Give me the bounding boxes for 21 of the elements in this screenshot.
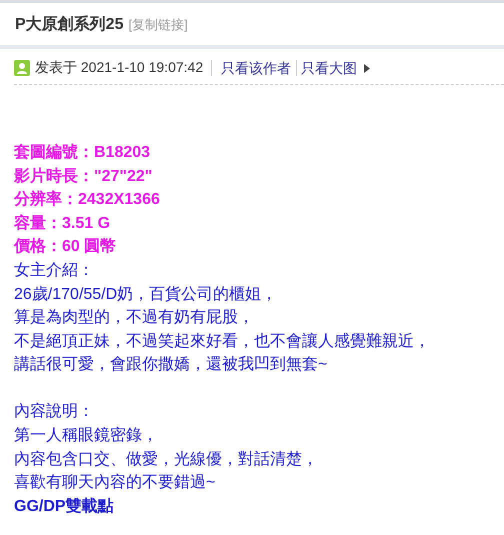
filter-link[interactable]: 只看该作者	[211, 60, 296, 76]
post-title: P大原創系列25	[15, 14, 124, 35]
post-text-line: 第一人稱眼鏡密錄，	[14, 426, 159, 446]
user-icon	[14, 60, 30, 76]
post-text-line: 內容說明：	[14, 402, 95, 422]
post-text-line: 26歲/170/55/D奶，百貨公司的櫃姐，	[14, 284, 278, 305]
post-text-line: 算是為肉型的，不過有奶有屁股，	[14, 308, 255, 328]
post-text-line: 喜歡有聊天內容的不要錯過~	[14, 472, 216, 494]
post-text-line: 分辨率：2432X1366	[14, 189, 161, 210]
post-text-line: 影片時長："27"22"	[14, 166, 154, 187]
post-text-line: 內容包含口交、做愛，光線優，對話清楚，	[14, 450, 319, 470]
post-text-line: 女主介紹：	[14, 260, 95, 281]
post-text-line: 套圖編號：B18203	[14, 142, 152, 163]
post-date: 发表于 2021-1-10 19:07:42	[35, 59, 204, 77]
post-text-line: 講話很可愛，會跟你撒嬌，還被我凹到無套~	[14, 354, 328, 376]
post-text-line: 不是絕頂正妹，不過笑起來好看，也不會讓人感覺難親近，	[14, 332, 431, 352]
post-text-line: 容量：3.51 G	[14, 213, 112, 234]
post-text-line: 價格：60 圓幣	[14, 236, 118, 258]
arrow-right-icon[interactable]	[364, 64, 370, 72]
filter-link[interactable]: 只看大图	[296, 60, 362, 76]
post-text-line: GG/DP雙載點	[14, 496, 115, 517]
